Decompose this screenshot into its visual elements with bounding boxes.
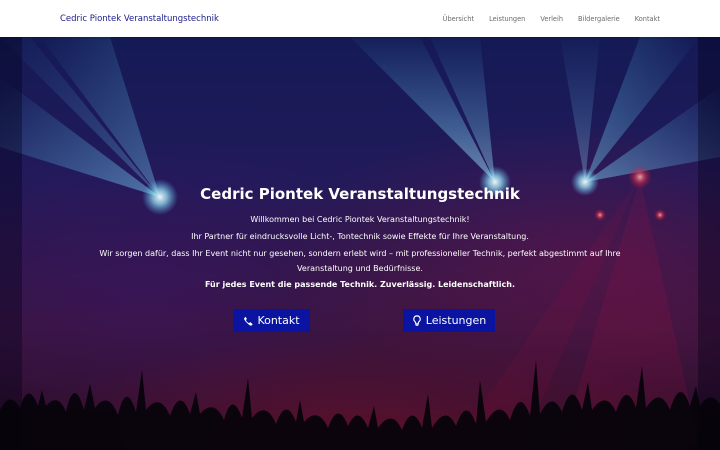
nav-links: Übersicht Leistungen Verleih Bildergaler… — [443, 15, 660, 23]
brand-link[interactable]: Cedric Piontek Veranstaltungstechnik — [60, 14, 219, 24]
nav-link-uebersicht[interactable]: Übersicht — [443, 15, 474, 23]
kontakt-button-label: Kontakt — [257, 314, 300, 327]
hero-content: Cedric Piontek Veranstaltungstechnik Wil… — [0, 37, 720, 450]
navbar: Cedric Piontek Veranstaltungstechnik Übe… — [0, 0, 720, 37]
leistungen-button-label: Leistungen — [425, 314, 487, 327]
phone-icon — [243, 316, 253, 326]
hero-partner-text: Ihr Partner für eindrucksvolle Licht-, T… — [191, 232, 529, 241]
hero-description-text: Wir sorgen dafür, dass Ihr Event nicht n… — [99, 249, 621, 273]
leistungen-button[interactable]: Leistungen — [403, 309, 495, 332]
nav-link-kontakt[interactable]: Kontakt — [635, 15, 660, 23]
nav-link-bildergalerie[interactable]: Bildergalerie — [578, 15, 620, 23]
nav-link-leistungen[interactable]: Leistungen — [489, 15, 525, 23]
hero-welcome-text: Willkommen bei Cedric Piontek Veranstalt… — [250, 215, 470, 224]
nav-link-verleih[interactable]: Verleih — [540, 15, 563, 23]
hero-tagline: Für jedes Event die passende Technik. Zu… — [204, 280, 515, 289]
kontakt-button[interactable]: Kontakt — [233, 309, 310, 332]
lightbulb-icon — [412, 314, 422, 327]
hero-title: Cedric Piontek Veranstaltungstechnik — [200, 185, 520, 203]
hero-section: Cedric Piontek Veranstaltungstechnik Wil… — [0, 37, 720, 450]
